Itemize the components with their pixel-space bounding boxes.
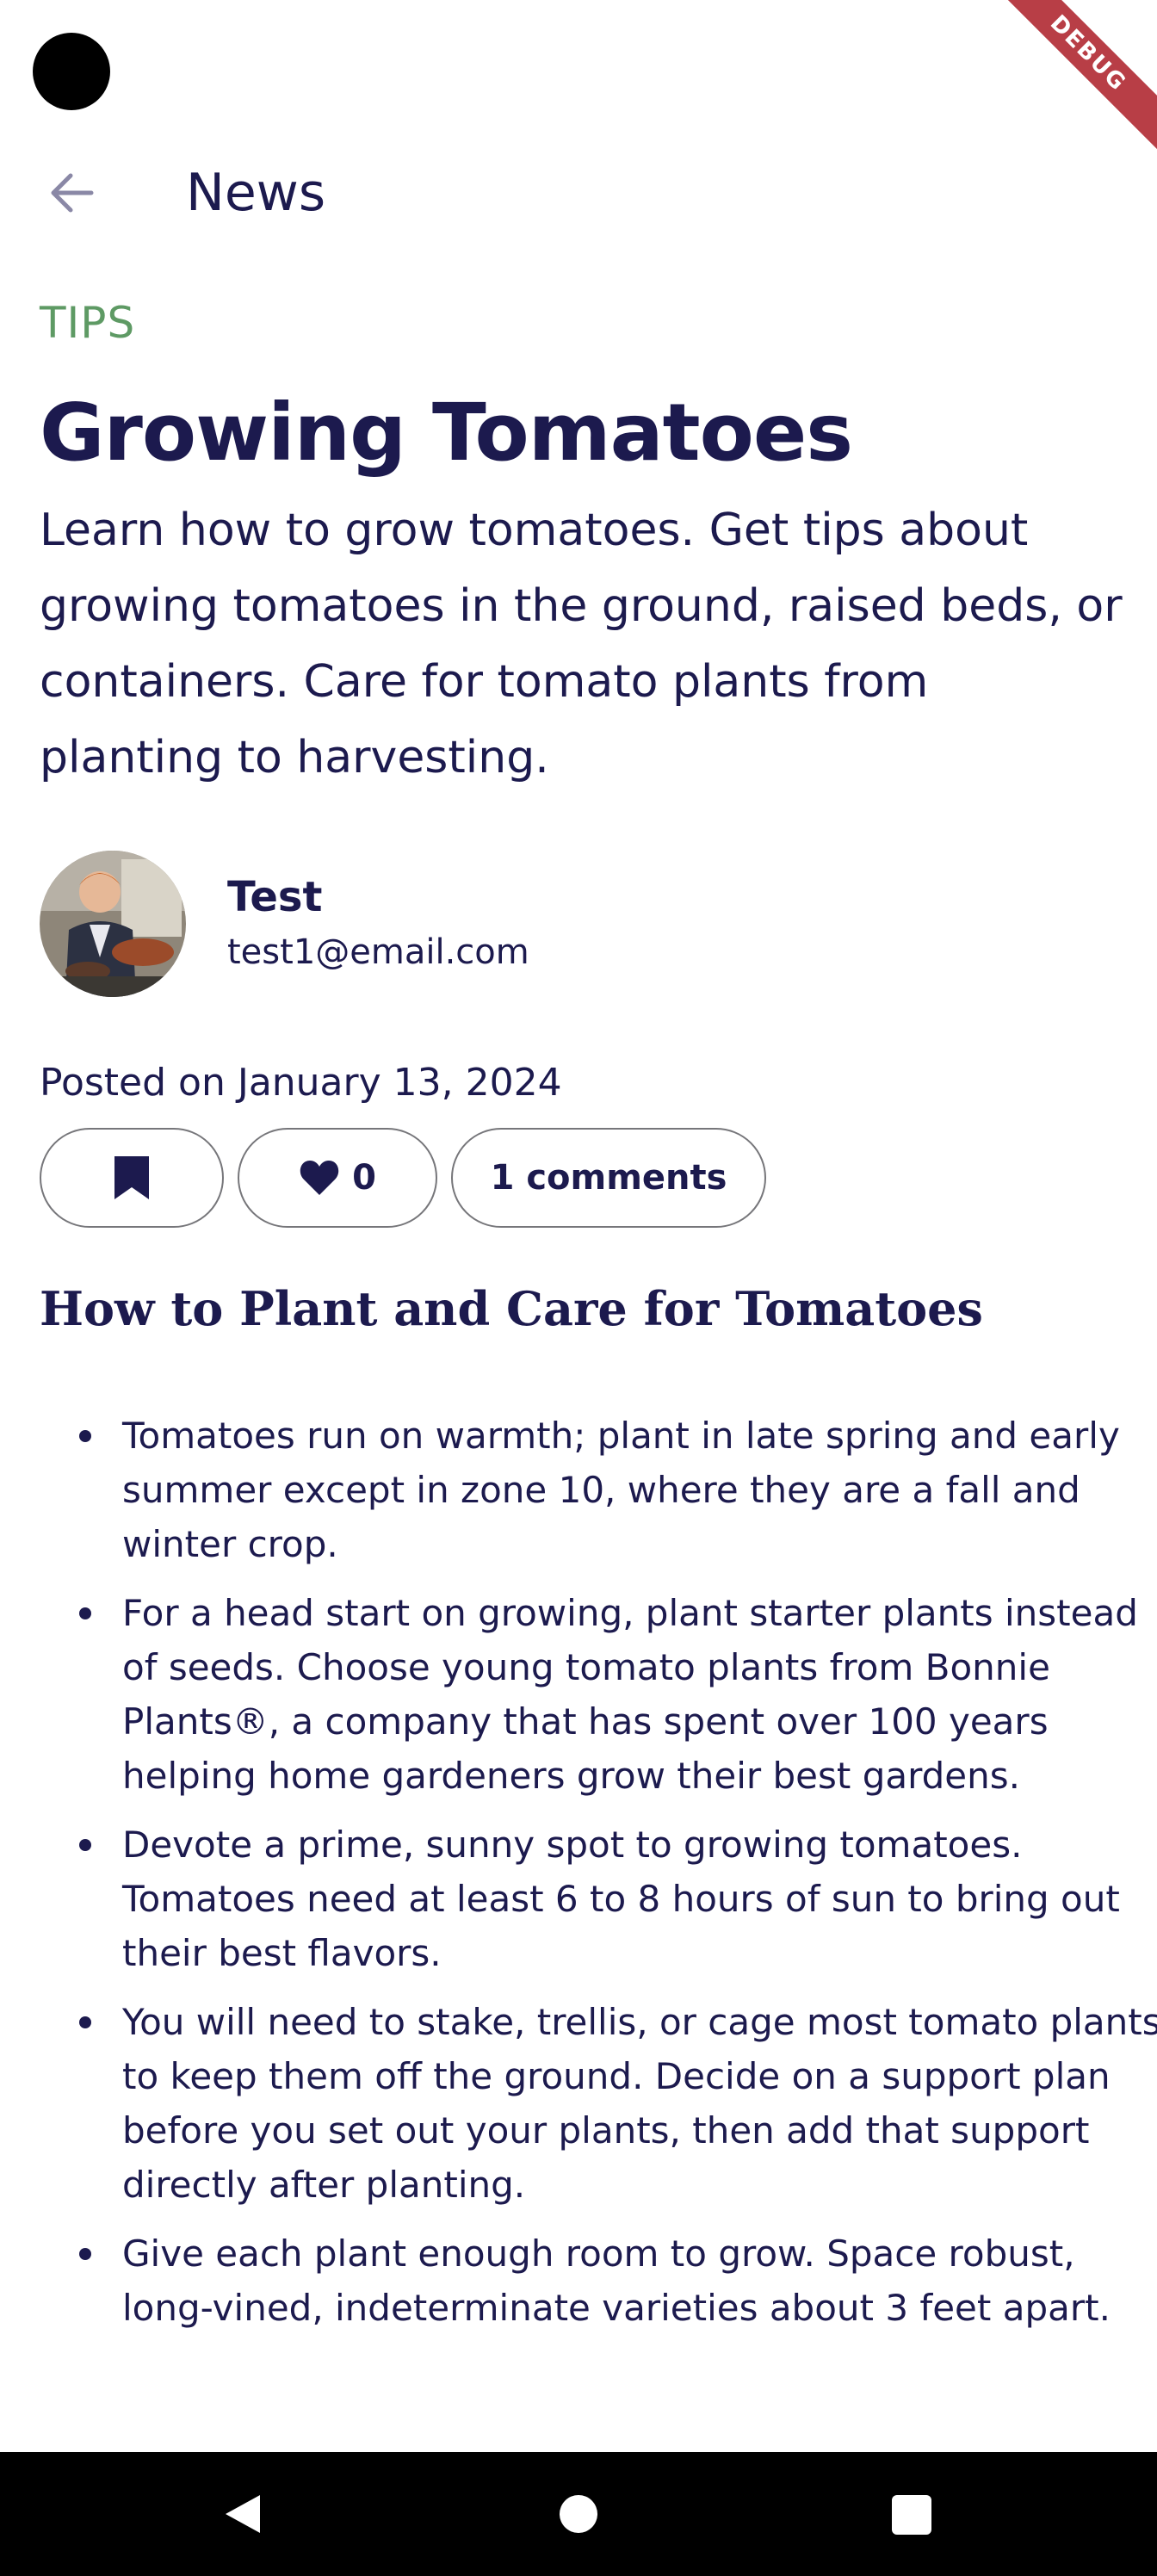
status-bar: DEBUG <box>0 0 1157 158</box>
square-recents-icon[interactable] <box>892 2495 931 2535</box>
section-heading: How to Plant and Care for Tomatoes <box>40 1281 983 1336</box>
back-button[interactable] <box>38 158 107 227</box>
camera-cutout <box>33 33 110 110</box>
comments-label: 1 comments <box>490 1158 727 1198</box>
author-name: Test <box>227 873 323 921</box>
bookmark-button[interactable] <box>40 1128 224 1228</box>
bullet-icon <box>79 2016 91 2028</box>
list-item: Give each plant enough room to grow. Spa… <box>79 2226 1157 2335</box>
list-item: You will need to stake, trellis, or cage… <box>79 1995 1157 2212</box>
bullet-icon <box>79 1430 91 1442</box>
list-item: Tomatoes run on warmth; plant in late sp… <box>79 1409 1157 1571</box>
author-photo <box>40 851 186 997</box>
list-item-text: Tomatoes run on warmth; plant in late sp… <box>122 1415 1120 1565</box>
article-content: TIPS Growing Tomatoes Learn how to grow … <box>40 293 1157 2350</box>
bullet-icon <box>79 2248 91 2260</box>
avatar <box>40 851 186 997</box>
triangle-back-icon[interactable] <box>222 2492 263 2536</box>
article-title: Growing Tomatoes <box>40 387 853 479</box>
list-item-text: For a head start on growing, plant start… <box>122 1592 1138 1797</box>
article-summary: Learn how to grow tomatoes. Get tips abo… <box>40 505 1123 783</box>
article-category: TIPS <box>40 298 136 348</box>
author-email: test1@email.com <box>227 932 529 972</box>
list-item-text: You will need to stake, trellis, or cage… <box>122 2001 1157 2206</box>
system-navigation-bar <box>0 2452 1157 2576</box>
bookmark-icon <box>114 1156 149 1199</box>
arrow-left-icon <box>51 173 94 213</box>
like-button[interactable]: 0 <box>238 1128 437 1228</box>
list-item-text: Devote a prime, sunny spot to growing to… <box>122 1824 1120 1974</box>
article-actions: 0 1 comments <box>40 1128 1117 1231</box>
heart-icon <box>300 1161 339 1195</box>
list-item: For a head start on growing, plant start… <box>79 1586 1157 1803</box>
page-title: News <box>186 163 326 223</box>
debug-banner: DEBUG <box>983 0 1157 158</box>
author-row: Test test1@email.com <box>40 851 1117 997</box>
bullet-icon <box>79 1839 91 1851</box>
circle-home-icon[interactable] <box>560 2495 597 2533</box>
comments-button[interactable]: 1 comments <box>451 1128 766 1228</box>
like-count: 0 <box>352 1158 376 1198</box>
tips-list: Tomatoes run on warmth; plant in late sp… <box>40 1409 1157 2335</box>
list-item: Devote a prime, sunny spot to growing to… <box>79 1817 1157 1980</box>
list-item-text: Give each plant enough room to grow. Spa… <box>122 2232 1111 2329</box>
app-bar: News <box>0 146 1157 236</box>
posted-date: Posted on January 13, 2024 <box>40 1061 562 1105</box>
bullet-icon <box>79 1607 91 1619</box>
